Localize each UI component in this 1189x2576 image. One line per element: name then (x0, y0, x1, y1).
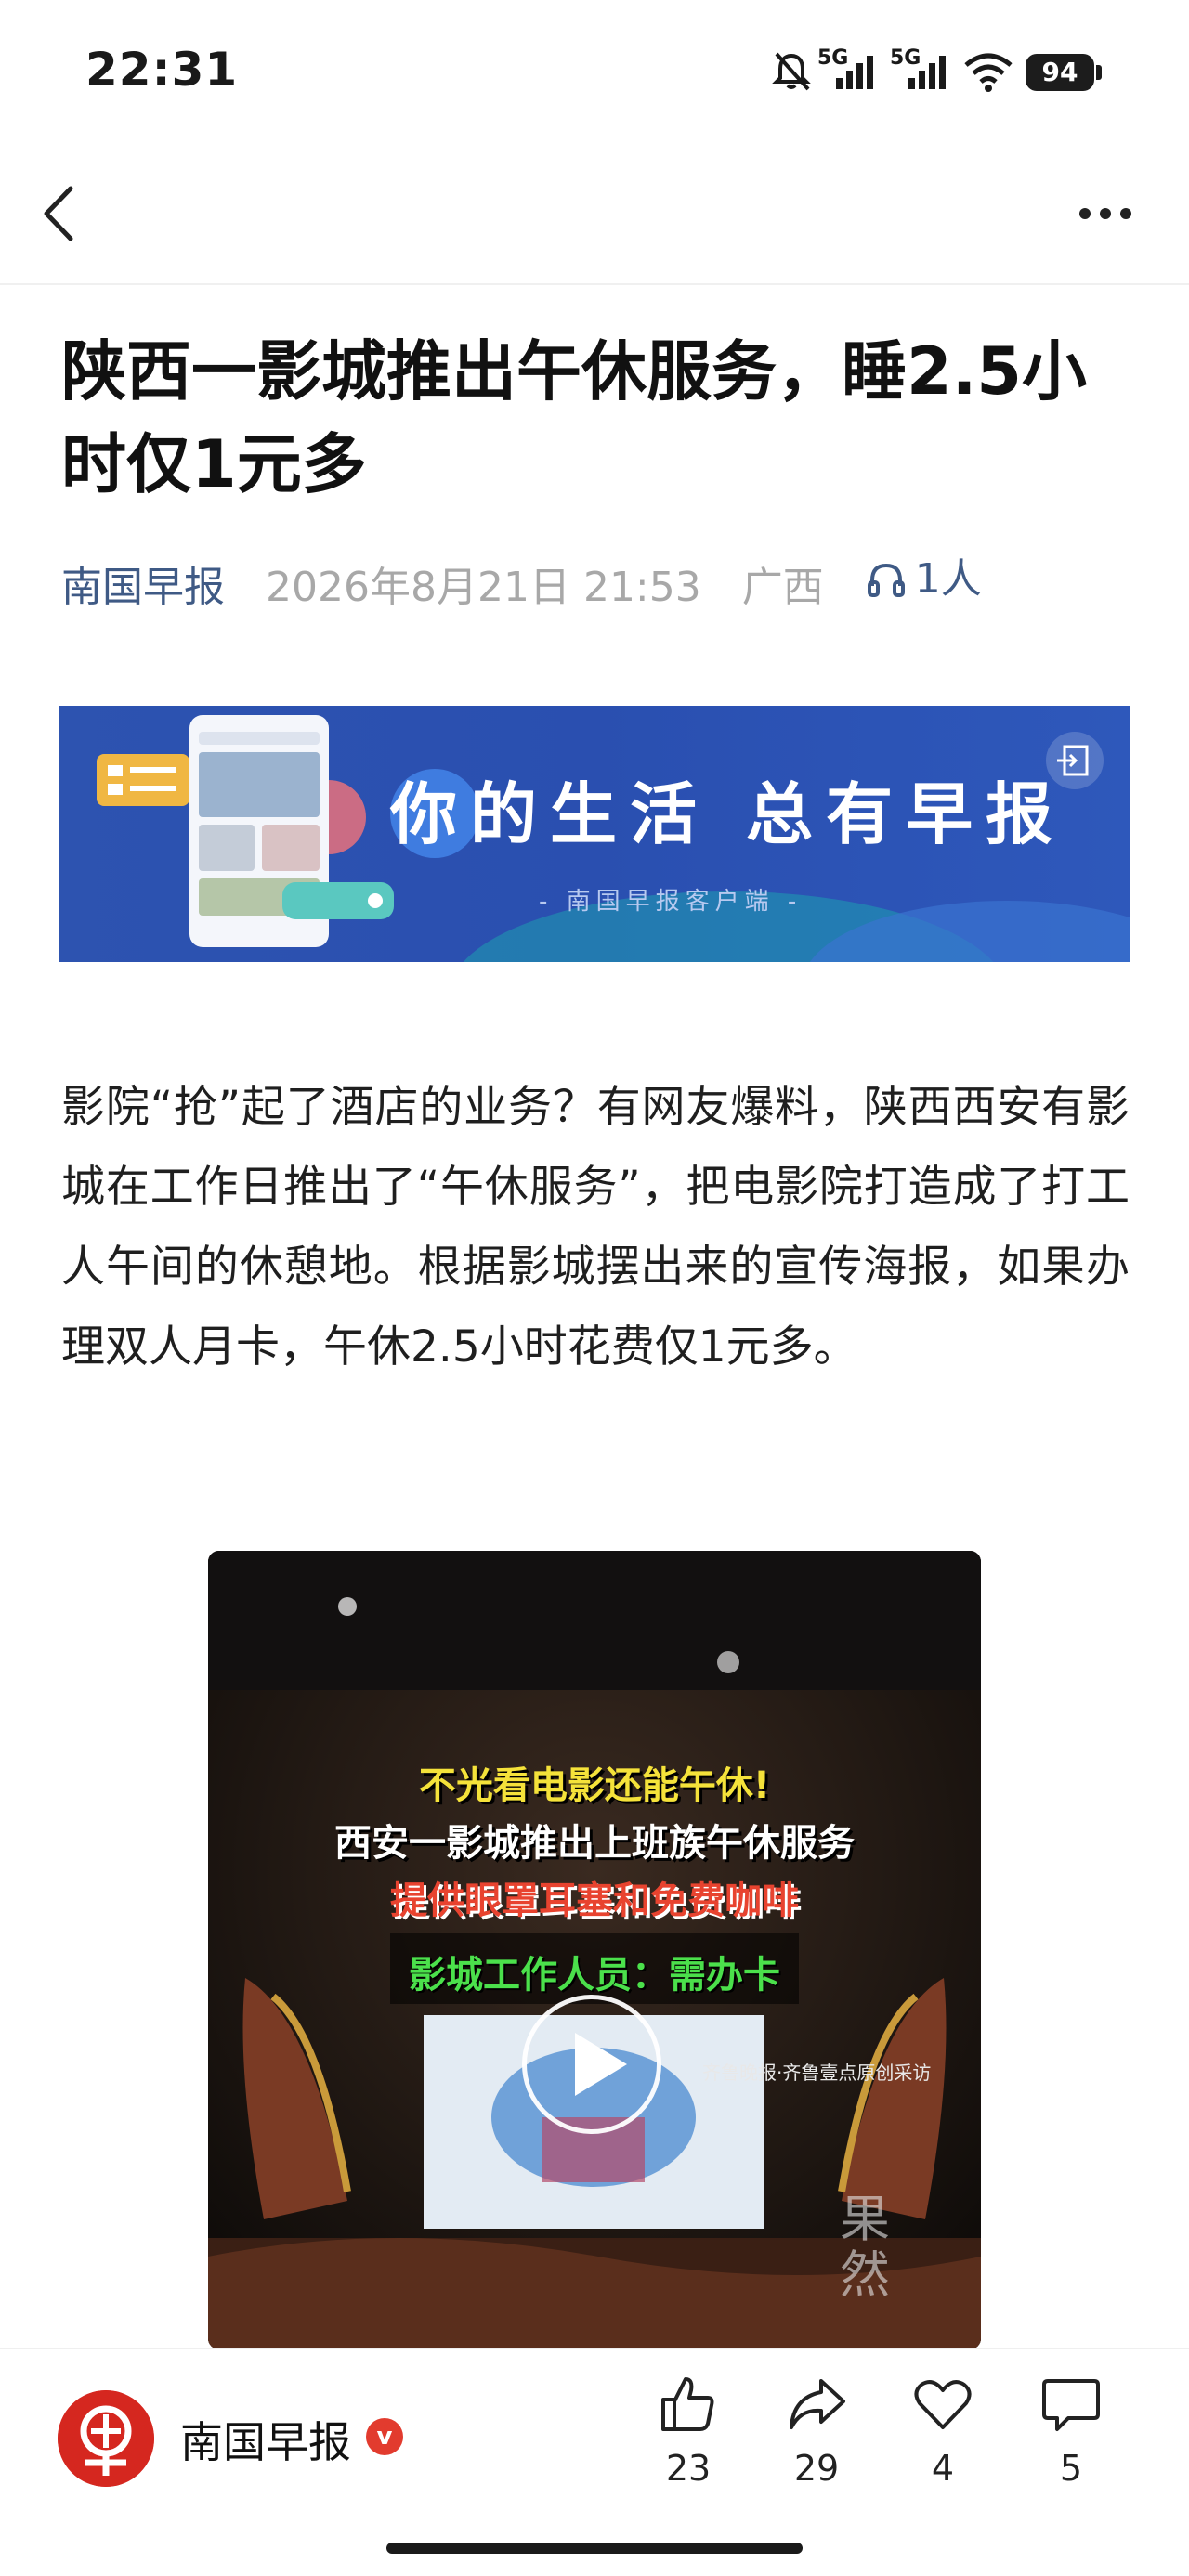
wifi-icon (964, 53, 1013, 92)
video-caption-3: 提供眼罩耳塞和免费咖啡 (390, 1880, 799, 1922)
video-caption-1: 不光看电影还能午休! (418, 1764, 771, 1807)
video-credit: 齐鲁晚报·齐鲁壹点原创采访 (702, 2062, 932, 2084)
heart-icon (914, 2380, 972, 2429)
article-title: 陕西一影城推出午休服务，睡2.5小时仅1元多 (61, 333, 1088, 502)
home-indicator (386, 2543, 803, 2554)
play-button[interactable] (522, 1995, 661, 2134)
signal-5g-icon (836, 56, 873, 89)
nav-bar (0, 149, 1189, 285)
battery-icon: 94 (1026, 54, 1094, 91)
publisher-avatar[interactable] (58, 2390, 154, 2487)
verified-badge: v (366, 2418, 403, 2455)
more-button[interactable] (1068, 195, 1143, 232)
listen-button[interactable]: 1人 (865, 552, 982, 607)
region-label: 广西 (741, 564, 824, 611)
headphones-icon (867, 563, 905, 597)
like-button[interactable]: 23 (637, 2374, 739, 2513)
share-count: 29 (793, 2448, 840, 2489)
video-caption-2: 西安一影城推出上班族午休服务 (334, 1822, 855, 1865)
comment-button[interactable]: 5 (1020, 2374, 1122, 2513)
video-player[interactable]: 不光看电影还能午休! 西安一影城推出上班族午休服务 提供眼罩耳塞和免费咖啡 影城… (208, 1551, 981, 2349)
chevron-left-icon (44, 186, 73, 241)
share-button[interactable]: 29 (765, 2374, 868, 2513)
publisher-name[interactable]: 南国早报 (180, 2409, 351, 2470)
like-count: 23 (665, 2448, 712, 2489)
login-icon[interactable] (1046, 732, 1104, 789)
video-watermark: 果然 (840, 2190, 890, 2304)
mute-icon (772, 52, 811, 91)
article-body: 影院“抢”起了酒店的业务？有网友爆料，陕西西安有影城在工作日推出了“午休服务”，… (61, 1082, 1130, 1373)
share-icon (790, 2379, 845, 2429)
listener-count: 1人 (914, 555, 982, 603)
banner-slogan: 你的生活 总有早报 (390, 775, 1066, 853)
article-meta: 南国早报 2026年8月21日 21:53 广西 1人 (61, 552, 982, 611)
video-caption-4: 影城工作人员：需办卡 (409, 1954, 780, 1997)
play-icon (575, 2033, 627, 2096)
thumbs-up-icon (661, 2377, 714, 2431)
banner-subtitle: - 南国早报客户端 - (539, 888, 803, 916)
comment-icon (1042, 2379, 1100, 2431)
signal-5g-icon-2 (908, 56, 946, 89)
publish-date: 2026年8月21日 21:53 (266, 564, 701, 611)
battery-nub (1096, 65, 1102, 80)
favorite-button[interactable]: 4 (892, 2374, 994, 2513)
comment-count: 5 (1059, 2448, 1083, 2489)
source-link[interactable]: 南国早报 (61, 564, 225, 611)
back-button[interactable] (33, 181, 89, 246)
favorite-count: 4 (931, 2448, 955, 2489)
status-time: 22:31 (85, 43, 239, 97)
